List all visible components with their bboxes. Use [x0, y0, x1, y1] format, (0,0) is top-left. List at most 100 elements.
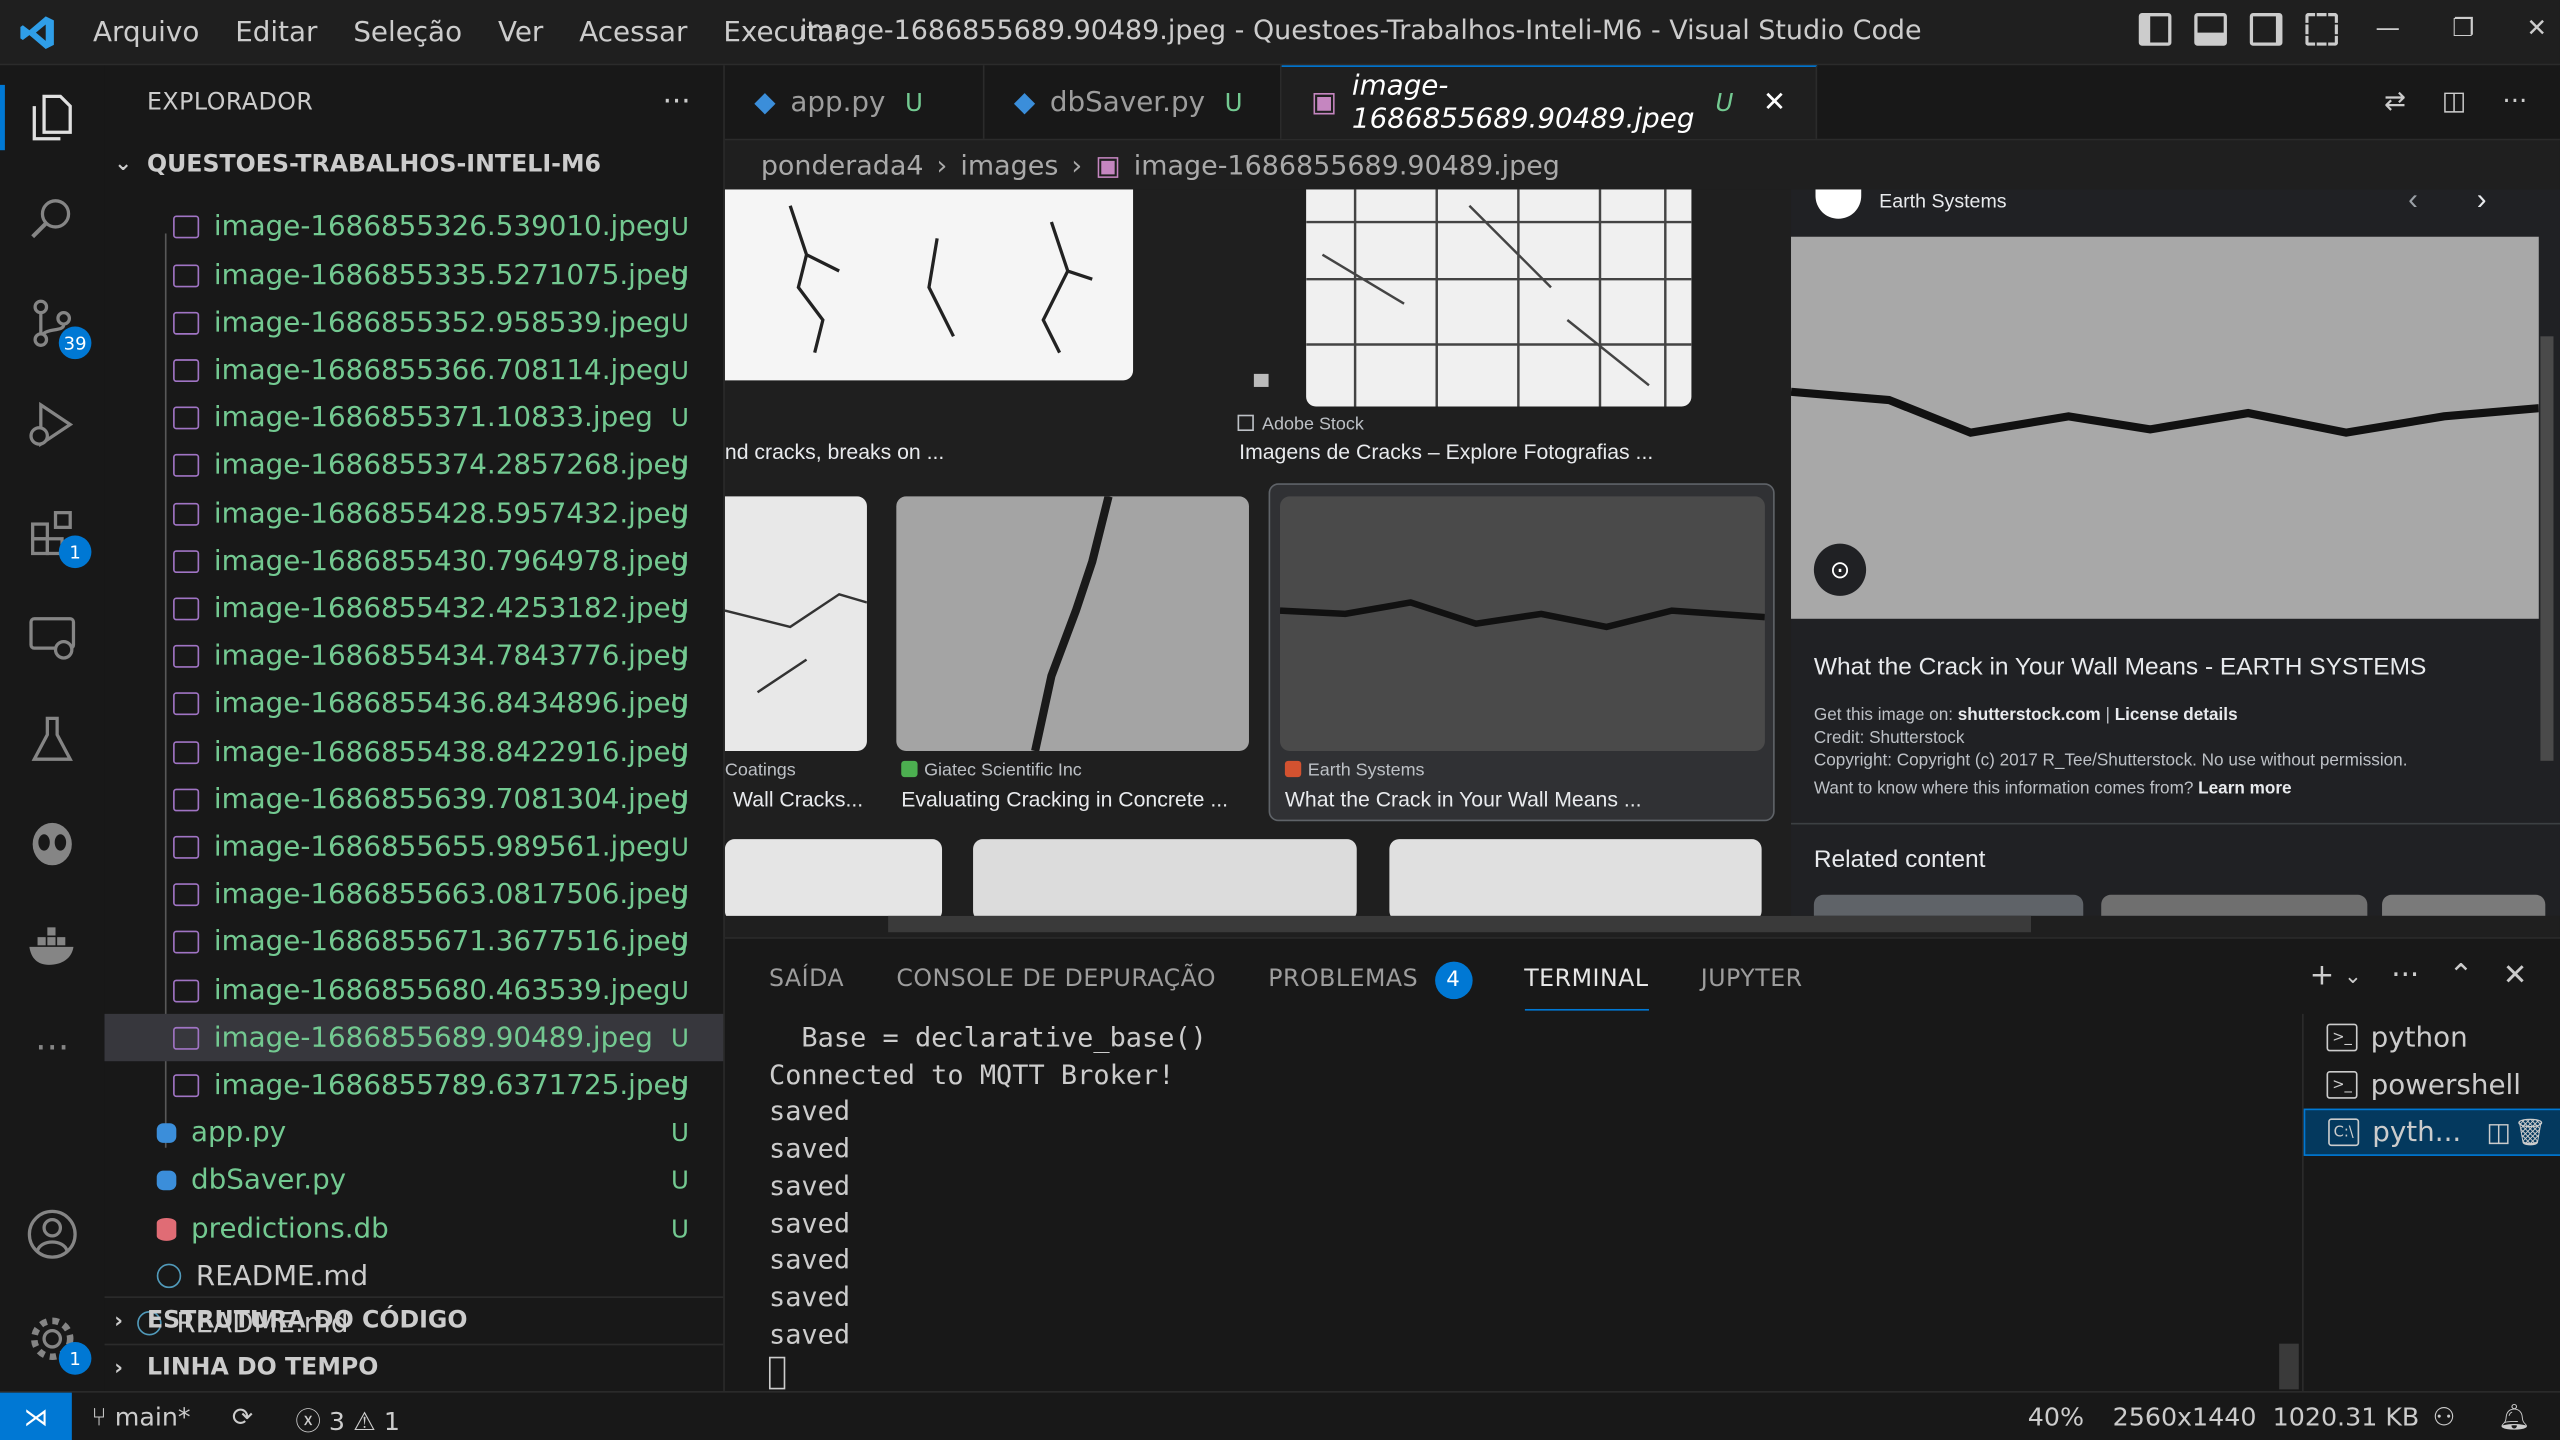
file-item[interactable]: image-1686855663.0817506.jpeg U — [104, 871, 723, 918]
split-terminal-icon[interactable]: ◫ — [2486, 1117, 2511, 1148]
detail-source[interactable]: Earth Systems — [1879, 189, 2006, 212]
tab-app-py[interactable]: ◆ app.py U — [725, 65, 985, 139]
result-image-5[interactable] — [1279, 496, 1765, 752]
file-item[interactable]: image-1686855438.8422916.jpeg U — [104, 728, 723, 775]
tab-dbsaver-py[interactable]: ◆ dbSaver.py U — [984, 65, 1282, 139]
get-image-site-link[interactable]: shutterstock.com — [1958, 705, 2101, 725]
file-item[interactable]: image-1686855335.5271075.jpeg U — [104, 251, 723, 298]
testing-icon[interactable] — [20, 707, 85, 772]
settings-gear-icon[interactable]: 1 — [20, 1306, 92, 1375]
sync-icon[interactable]: ⟳ — [232, 1402, 253, 1431]
next-image-icon[interactable]: › — [2477, 189, 2487, 217]
kill-terminal-icon[interactable]: 🗑 — [2514, 1117, 2547, 1148]
file-item[interactable]: image-1686855655.989561.jpeg U — [104, 823, 723, 870]
toggle-secondary-sidebar-icon[interactable] — [2249, 13, 2283, 46]
menu-arquivo[interactable]: Arquivo — [75, 16, 217, 49]
file-item[interactable]: image-1686855639.7081304.jpeg U — [104, 776, 723, 823]
file-item[interactable]: image-1686855352.958539.jpeg U — [104, 299, 723, 346]
result-1-title[interactable]: nd cracks, breaks on ... — [725, 439, 944, 463]
file-item[interactable]: image-1686855371.10833.jpeg U — [104, 394, 723, 441]
menu-ver[interactable]: Ver — [480, 16, 561, 49]
lens-search-icon[interactable]: ⊙ — [1813, 543, 1867, 596]
toggle-primary-sidebar-icon[interactable] — [2138, 13, 2172, 46]
file-item[interactable]: image-1686855789.6371725.jpeg U — [104, 1062, 723, 1109]
terminal-item-python[interactable]: >_ python — [2304, 1014, 2560, 1061]
explorer-more-actions-icon[interactable]: ··· — [663, 85, 691, 119]
more-views-icon[interactable]: ··· — [20, 1016, 85, 1081]
terminal-scrollbar[interactable] — [2279, 1343, 2299, 1390]
copilot-alien-icon[interactable] — [20, 810, 85, 875]
terminal-output[interactable]: Base = declarative_base() Connected to MQ… — [768, 1020, 2287, 1391]
run-debug-icon[interactable] — [20, 392, 85, 457]
file-item[interactable]: image-1686855680.463539.jpeg U — [104, 967, 723, 1014]
result-image-4[interactable] — [896, 496, 1249, 752]
result-image-3[interactable] — [724, 496, 867, 752]
related-thumb[interactable] — [2101, 894, 2368, 916]
close-window-button[interactable]: ✕ — [2526, 13, 2547, 42]
file-item[interactable]: image-1686855374.2857268.jpeg U — [104, 442, 723, 489]
source-control-icon[interactable]: 39 — [20, 291, 92, 360]
result-image-7[interactable] — [973, 839, 1357, 916]
result-3-title[interactable]: Wall Cracks... — [733, 787, 863, 811]
bookmark-icon[interactable] — [1253, 373, 1269, 387]
remote-indicator-icon[interactable]: ⋊ — [0, 1391, 72, 1440]
maximize-panel-icon[interactable]: ⌃ — [2449, 958, 2474, 992]
tab-terminal[interactable]: TERMINAL — [1524, 962, 1649, 1011]
open-changes-icon[interactable]: ⇄ — [2384, 85, 2406, 116]
prev-image-icon[interactable]: ‹ — [2408, 189, 2418, 217]
terminal-item-python-active[interactable]: C:\ pyth... ◫ 🗑 — [2303, 1108, 2560, 1156]
menu-selecao[interactable]: Seleção — [335, 16, 480, 49]
file-item[interactable]: image-1686855436.8434896.jpeg U — [104, 680, 723, 727]
customize-layout-icon[interactable] — [2305, 13, 2338, 46]
result-2-title[interactable]: Imagens de Cracks – Explore Fotografias … — [1239, 439, 1653, 463]
new-terminal-icon[interactable]: + — [2310, 958, 2335, 992]
close-tab-icon[interactable]: ✕ — [1763, 87, 1786, 120]
toggle-panel-icon[interactable] — [2194, 13, 2227, 46]
remote-explorer-icon[interactable] — [20, 604, 85, 669]
result-image-1[interactable] — [724, 189, 1134, 381]
problems-indicator[interactable]: ⓧ 3 ⚠ 1 — [296, 1402, 400, 1438]
branch-indicator[interactable]: ⑂ main* — [91, 1402, 190, 1431]
accounts-status-icon[interactable]: ⚇ — [2433, 1402, 2456, 1431]
panel-more-actions-icon[interactable]: ··· — [2391, 958, 2419, 992]
result-image-8[interactable] — [1389, 839, 1762, 916]
result-image-2[interactable] — [1306, 189, 1692, 407]
result-image-6[interactable] — [724, 839, 943, 916]
chevron-down-icon[interactable]: ⌄ — [2344, 958, 2362, 992]
vertical-scrollbar[interactable] — [2540, 336, 2554, 761]
file-item[interactable]: image-1686855434.7843776.jpeg U — [104, 633, 723, 680]
accounts-icon[interactable] — [20, 1202, 85, 1267]
docker-icon[interactable] — [20, 914, 85, 979]
image-preview[interactable]: nd cracks, breaks on ... Adobe Stock Ima… — [724, 189, 2560, 916]
file-item[interactable]: image-1686855671.3677516.jpeg U — [104, 919, 723, 966]
tab-problems[interactable]: PROBLEMAS 4 — [1268, 960, 1472, 999]
file-item[interactable]: predictions.db U — [104, 1205, 723, 1252]
file-item[interactable]: image-1686855430.7964978.jpeg U — [104, 537, 723, 584]
result-4-title[interactable]: Evaluating Cracking in Concrete ... — [901, 787, 1228, 811]
tab-debug-console[interactable]: CONSOLE DE DEPURAÇÃO — [896, 962, 1216, 998]
outline-section[interactable]: › ESTRUTURA DO CÓDIGO — [104, 1296, 724, 1343]
related-thumb[interactable] — [2382, 894, 2546, 916]
detail-title[interactable]: What the Crack in Your Wall Means - EART… — [1814, 653, 2426, 681]
tab-image-jpeg[interactable]: ▣ image-1686855689.90489.jpeg U ✕ — [1281, 65, 1818, 139]
search-icon[interactable] — [20, 186, 85, 251]
menu-acessar[interactable]: Acessar — [561, 16, 705, 49]
timeline-section[interactable]: › LINHA DO TEMPO — [104, 1343, 724, 1391]
zoom-level[interactable]: 40% — [2028, 1402, 2084, 1431]
file-item[interactable]: image-1686855326.539010.jpeg U — [104, 202, 723, 249]
menu-editar[interactable]: Editar — [217, 16, 335, 49]
workspace-root-folder[interactable]: ⌄ QUESTOES-TRABALHOS-INTELI-M6 — [104, 140, 723, 187]
file-item[interactable]: README.md — [104, 1253, 723, 1300]
split-editor-icon[interactable]: ◫ — [2442, 85, 2467, 116]
editor-more-actions-icon[interactable]: ··· — [2502, 85, 2527, 116]
detail-image[interactable]: ⊙ — [1790, 236, 2540, 619]
tab-jupyter[interactable]: JUPYTER — [1701, 962, 1803, 998]
related-thumb[interactable] — [1813, 894, 2084, 916]
file-item[interactable]: image-1686855689.90489.jpeg U — [104, 1014, 724, 1062]
maximize-button[interactable]: ❐ — [2452, 13, 2474, 42]
explorer-icon[interactable] — [20, 85, 85, 150]
file-item[interactable]: app.py U — [104, 1110, 723, 1157]
tab-output[interactable]: SAÍDA — [769, 962, 844, 998]
file-item[interactable]: image-1686855428.5957432.jpeg U — [104, 490, 723, 537]
horizontal-scrollbar[interactable] — [888, 915, 2032, 933]
